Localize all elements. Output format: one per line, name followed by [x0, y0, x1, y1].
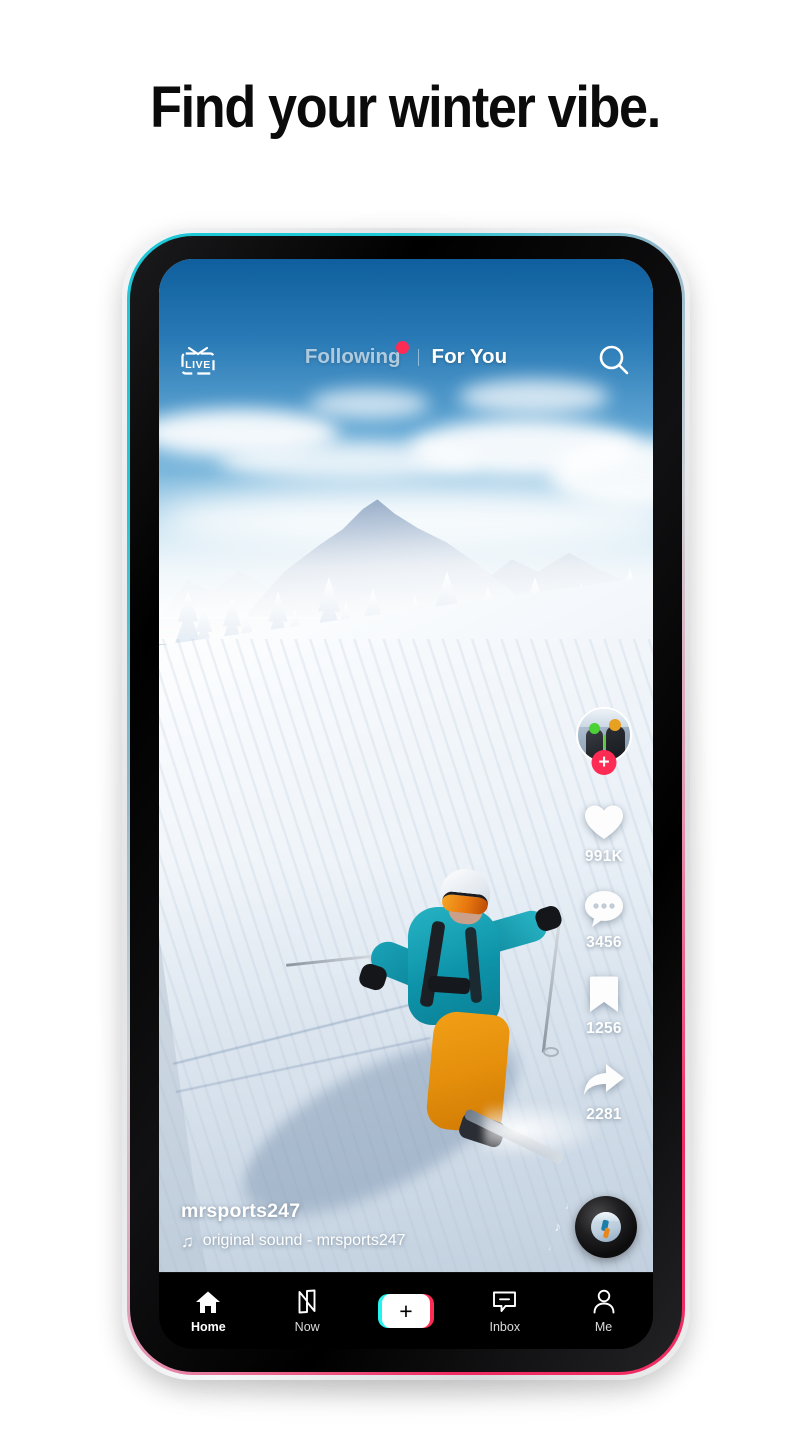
nav-label-now: Now	[294, 1319, 320, 1334]
follow-button[interactable]: +	[591, 750, 617, 775]
bookmark-action[interactable]: 1256	[567, 973, 641, 1038]
nav-label-inbox: Inbox	[489, 1319, 521, 1334]
comment-icon[interactable]	[581, 887, 627, 931]
sound-row[interactable]: ♫ original sound - mrsports247	[181, 1232, 561, 1250]
ski-pole-right	[541, 917, 562, 1053]
cloud	[459, 379, 609, 415]
create-button[interactable]: +	[377, 1294, 434, 1328]
like-action[interactable]: 991K	[567, 801, 641, 866]
avatar-snow	[578, 709, 630, 727]
nav-item-inbox[interactable]: Inbox	[466, 1289, 544, 1334]
now-icon[interactable]	[295, 1289, 319, 1315]
skier-jacket	[408, 907, 500, 1025]
nav-item-me[interactable]: Me	[565, 1289, 643, 1334]
search-icon[interactable]	[595, 341, 633, 379]
share-action[interactable]: 2281	[567, 1059, 641, 1124]
notification-dot-badge	[395, 341, 409, 354]
nav-item-create[interactable]: +	[367, 1294, 445, 1328]
nav-item-home[interactable]: Home	[169, 1289, 247, 1334]
bookmark-icon[interactable]	[581, 973, 627, 1017]
nav-label-me: Me	[594, 1319, 613, 1334]
share-icon[interactable]	[581, 1059, 627, 1103]
music-note-icon: ♫	[181, 1231, 194, 1251]
tab-following[interactable]: Following	[304, 341, 409, 369]
bottom-navigation: Home Now + Inbox Me	[159, 1272, 653, 1349]
cloud	[309, 389, 429, 419]
nav-item-now[interactable]: Now	[268, 1289, 346, 1334]
ski-pole-basket	[543, 1047, 559, 1057]
video-player[interactable]: LIVE Following For You + 991K 3456 1256 …	[159, 259, 653, 1272]
author-avatar-wrap[interactable]: +	[576, 707, 632, 775]
home-icon[interactable]	[195, 1289, 221, 1315]
tab-divider	[417, 348, 419, 366]
nav-label-home: Home	[191, 1319, 226, 1334]
video-caption: mrsports247 ♫ original sound - mrsports2…	[181, 1200, 561, 1250]
tab-following-label: Following	[304, 345, 401, 368]
create-plus-icon[interactable]: +	[381, 1294, 430, 1328]
like-count: 991K	[584, 848, 624, 865]
heart-icon[interactable]	[581, 801, 627, 845]
avatar-person-helmet	[609, 719, 621, 731]
share-count: 2281	[586, 1106, 622, 1123]
feed-tabs: Following For You	[159, 341, 653, 369]
tab-for-you[interactable]: For You	[432, 345, 508, 369]
video-header: LIVE Following For You	[159, 259, 653, 379]
profile-icon[interactable]	[592, 1289, 616, 1315]
page-title: Find your winter vibe.	[150, 75, 661, 140]
backpack-buckle	[427, 975, 471, 995]
album-skier-pants	[602, 1227, 611, 1239]
inbox-icon[interactable]	[492, 1289, 517, 1315]
floating-music-note-icon: ♩	[565, 1201, 575, 1212]
comment-count: 3456	[586, 934, 622, 951]
avatar-person-helmet	[589, 723, 600, 734]
action-rail: + 991K 3456 1256 2281	[567, 707, 641, 1145]
sound-title: original sound - mrsports247	[202, 1232, 406, 1249]
skier-figure	[286, 855, 604, 1166]
bookmark-count: 1256	[586, 1020, 622, 1037]
comment-action[interactable]: 3456	[567, 887, 641, 952]
phone-screen: LIVE Following For You + 991K 3456 1256 …	[159, 259, 653, 1349]
phone-mockup: LIVE Following For You + 991K 3456 1256 …	[106, 214, 706, 1402]
author-username[interactable]: mrsports247	[181, 1200, 561, 1223]
sound-disc[interactable]	[575, 1196, 637, 1258]
sound-album-cover	[591, 1212, 621, 1242]
